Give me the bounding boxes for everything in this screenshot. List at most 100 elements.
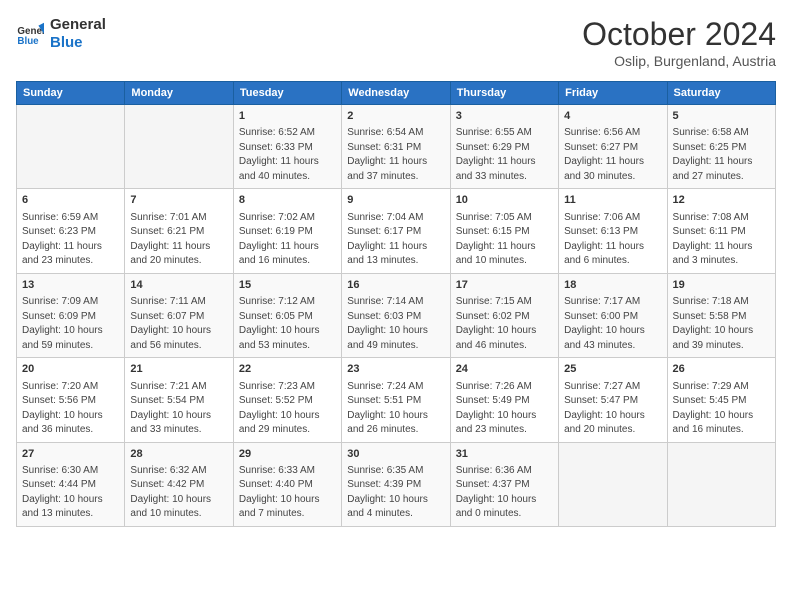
day-number: 6 xyxy=(22,193,119,208)
calendar-cell: 18 Sunrise: 7:17 AM Sunset: 6:00 PM Dayli… xyxy=(559,273,667,357)
calendar-cell: 28Sunrise: 6:32 AM Sunset: 4:42 PM Dayli… xyxy=(125,442,233,526)
svg-text:Blue: Blue xyxy=(17,36,39,47)
day-info: Sunrise: 7:24 AM Sunset: 5:51 PM Dayligh… xyxy=(347,380,444,438)
weekday-header: Sunday xyxy=(17,82,125,105)
location: Oslip, Burgenland, Austria xyxy=(582,53,776,69)
calendar-week-row: 20Sunrise: 7:20 AM Sunset: 5:56 PM Dayli… xyxy=(17,358,776,442)
day-number: 7 xyxy=(130,193,227,208)
calendar-cell: 2 Sunrise: 6:54 AM Sunset: 6:31 PM Daylig… xyxy=(342,105,450,189)
day-info: Sunrise: 6:56 AM Sunset: 6:27 PM Dayligh… xyxy=(564,126,661,184)
day-info: Sunrise: 7:08 AM Sunset: 6:11 PM Dayligh… xyxy=(673,211,770,269)
day-info: Sunrise: 7:26 AM Sunset: 5:49 PM Dayligh… xyxy=(456,380,553,438)
day-info: Sunrise: 7:18 AM Sunset: 5:58 PM Dayligh… xyxy=(673,295,770,353)
calendar-cell xyxy=(667,442,775,526)
day-info: Sunrise: 7:15 AM Sunset: 6:02 PM Dayligh… xyxy=(456,295,553,353)
logo-blue: Blue xyxy=(50,34,106,52)
day-number: 29 xyxy=(239,447,336,462)
calendar-cell: 16Sunrise: 7:14 AM Sunset: 6:03 PM Dayli… xyxy=(342,273,450,357)
weekday-header: Tuesday xyxy=(233,82,341,105)
calendar-week-row: 1Sunrise: 6:52 AM Sunset: 6:33 PM Daylig… xyxy=(17,105,776,189)
calendar-cell: 19 Sunrise: 7:18 AM Sunset: 5:58 PM Dayli… xyxy=(667,273,775,357)
calendar-cell: 15 Sunrise: 7:12 AM Sunset: 6:05 PM Dayli… xyxy=(233,273,341,357)
calendar-cell: 26 Sunrise: 7:29 AM Sunset: 5:45 PM Dayli… xyxy=(667,358,775,442)
day-number: 26 xyxy=(673,362,770,377)
day-number: 17 xyxy=(456,278,553,293)
calendar-cell: 29 Sunrise: 6:33 AM Sunset: 4:40 PM Dayli… xyxy=(233,442,341,526)
calendar-cell: 21 Sunrise: 7:21 AM Sunset: 5:54 PM Dayli… xyxy=(125,358,233,442)
day-number: 9 xyxy=(347,193,444,208)
day-number: 2 xyxy=(347,109,444,124)
day-number: 28 xyxy=(130,447,227,462)
day-info: Sunrise: 7:21 AM Sunset: 5:54 PM Dayligh… xyxy=(130,380,227,438)
day-number: 27 xyxy=(22,447,119,462)
day-info: Sunrise: 7:04 AM Sunset: 6:17 PM Dayligh… xyxy=(347,211,444,269)
day-info: Sunrise: 6:54 AM Sunset: 6:31 PM Dayligh… xyxy=(347,126,444,184)
day-number: 8 xyxy=(239,193,336,208)
day-info: Sunrise: 6:59 AM Sunset: 6:23 PM Dayligh… xyxy=(22,211,119,269)
day-info: Sunrise: 7:17 AM Sunset: 6:00 PM Dayligh… xyxy=(564,295,661,353)
calendar-cell: 9 Sunrise: 7:04 AM Sunset: 6:17 PM Daylig… xyxy=(342,189,450,273)
day-number: 3 xyxy=(456,109,553,124)
weekday-header: Wednesday xyxy=(342,82,450,105)
day-number: 19 xyxy=(673,278,770,293)
day-info: Sunrise: 7:29 AM Sunset: 5:45 PM Dayligh… xyxy=(673,380,770,438)
day-info: Sunrise: 7:14 AM Sunset: 6:03 PM Dayligh… xyxy=(347,295,444,353)
day-info: Sunrise: 7:09 AM Sunset: 6:09 PM Dayligh… xyxy=(22,295,119,353)
calendar-week-row: 6 Sunrise: 6:59 AM Sunset: 6:23 PM Daylig… xyxy=(17,189,776,273)
month-title: October 2024 xyxy=(582,16,776,53)
day-number: 14 xyxy=(130,278,227,293)
day-number: 15 xyxy=(239,278,336,293)
calendar-cell: 31 Sunrise: 6:36 AM Sunset: 4:37 PM Dayli… xyxy=(450,442,558,526)
day-number: 21 xyxy=(130,362,227,377)
weekday-header: Thursday xyxy=(450,82,558,105)
weekday-header: Saturday xyxy=(667,82,775,105)
day-number: 22 xyxy=(239,362,336,377)
day-info: Sunrise: 6:55 AM Sunset: 6:29 PM Dayligh… xyxy=(456,126,553,184)
calendar-cell: 25Sunrise: 7:27 AM Sunset: 5:47 PM Dayli… xyxy=(559,358,667,442)
logo-general: General xyxy=(50,16,106,34)
day-info: Sunrise: 6:52 AM Sunset: 6:33 PM Dayligh… xyxy=(239,126,336,184)
calendar-cell: 6 Sunrise: 6:59 AM Sunset: 6:23 PM Daylig… xyxy=(17,189,125,273)
calendar-cell: 24Sunrise: 7:26 AM Sunset: 5:49 PM Dayli… xyxy=(450,358,558,442)
calendar-cell: 17 Sunrise: 7:15 AM Sunset: 6:02 PM Dayli… xyxy=(450,273,558,357)
calendar-cell xyxy=(559,442,667,526)
calendar-cell: 1Sunrise: 6:52 AM Sunset: 6:33 PM Daylig… xyxy=(233,105,341,189)
day-info: Sunrise: 6:30 AM Sunset: 4:44 PM Dayligh… xyxy=(22,464,119,522)
day-info: Sunrise: 6:58 AM Sunset: 6:25 PM Dayligh… xyxy=(673,126,770,184)
day-number: 23 xyxy=(347,362,444,377)
day-number: 20 xyxy=(22,362,119,377)
calendar-cell: 30Sunrise: 6:35 AM Sunset: 4:39 PM Dayli… xyxy=(342,442,450,526)
calendar-cell: 8Sunrise: 7:02 AM Sunset: 6:19 PM Daylig… xyxy=(233,189,341,273)
day-number: 13 xyxy=(22,278,119,293)
calendar-cell: 22 Sunrise: 7:23 AM Sunset: 5:52 PM Dayli… xyxy=(233,358,341,442)
day-number: 18 xyxy=(564,278,661,293)
calendar-cell: 13 Sunrise: 7:09 AM Sunset: 6:09 PM Dayli… xyxy=(17,273,125,357)
calendar-cell: 14 Sunrise: 7:11 AM Sunset: 6:07 PM Dayli… xyxy=(125,273,233,357)
title-block: October 2024 Oslip, Burgenland, Austria xyxy=(582,16,776,69)
calendar-week-row: 27 Sunrise: 6:30 AM Sunset: 4:44 PM Dayli… xyxy=(17,442,776,526)
weekday-header: Friday xyxy=(559,82,667,105)
logo-icon: General Blue xyxy=(16,20,44,48)
day-info: Sunrise: 7:12 AM Sunset: 6:05 PM Dayligh… xyxy=(239,295,336,353)
calendar-cell: 7 Sunrise: 7:01 AM Sunset: 6:21 PM Daylig… xyxy=(125,189,233,273)
day-number: 25 xyxy=(564,362,661,377)
day-info: Sunrise: 6:33 AM Sunset: 4:40 PM Dayligh… xyxy=(239,464,336,522)
day-info: Sunrise: 7:11 AM Sunset: 6:07 PM Dayligh… xyxy=(130,295,227,353)
day-number: 11 xyxy=(564,193,661,208)
weekday-header-row: SundayMondayTuesdayWednesdayThursdayFrid… xyxy=(17,82,776,105)
calendar-cell: 10Sunrise: 7:05 AM Sunset: 6:15 PM Dayli… xyxy=(450,189,558,273)
calendar-cell: 20Sunrise: 7:20 AM Sunset: 5:56 PM Dayli… xyxy=(17,358,125,442)
calendar-table: SundayMondayTuesdayWednesdayThursdayFrid… xyxy=(16,81,776,527)
day-info: Sunrise: 7:06 AM Sunset: 6:13 PM Dayligh… xyxy=(564,211,661,269)
day-number: 30 xyxy=(347,447,444,462)
calendar-week-row: 13 Sunrise: 7:09 AM Sunset: 6:09 PM Dayli… xyxy=(17,273,776,357)
calendar-cell: 12Sunrise: 7:08 AM Sunset: 6:11 PM Dayli… xyxy=(667,189,775,273)
page-header: General Blue General Blue October 2024 O… xyxy=(16,16,776,69)
weekday-header: Monday xyxy=(125,82,233,105)
day-info: Sunrise: 6:36 AM Sunset: 4:37 PM Dayligh… xyxy=(456,464,553,522)
calendar-cell: 5Sunrise: 6:58 AM Sunset: 6:25 PM Daylig… xyxy=(667,105,775,189)
day-info: Sunrise: 7:23 AM Sunset: 5:52 PM Dayligh… xyxy=(239,380,336,438)
day-number: 31 xyxy=(456,447,553,462)
day-number: 4 xyxy=(564,109,661,124)
day-info: Sunrise: 7:01 AM Sunset: 6:21 PM Dayligh… xyxy=(130,211,227,269)
